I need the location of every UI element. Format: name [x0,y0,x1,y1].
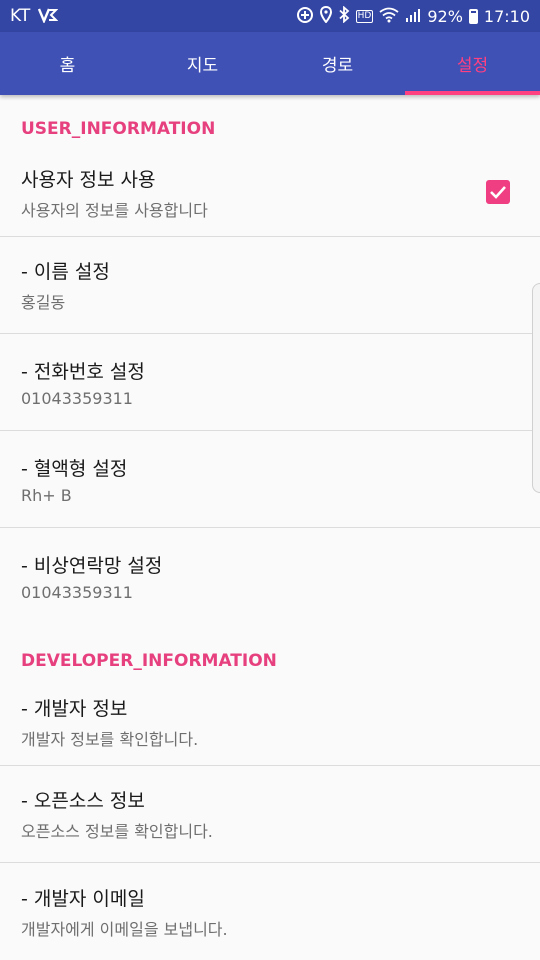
settings-list[interactable]: USER_INFORMATION 사용자 정보 사용 사용자의 정보를 사용합니… [0,95,540,960]
bluetooth-icon [338,5,350,26]
tab-route[interactable]: 경로 [270,32,405,95]
pref-opensource-info[interactable]: - 오픈소스 정보 오픈소스 정보를 확인합니다. [0,766,540,863]
tab-map[interactable]: 지도 [135,32,270,95]
use-user-info-checkbox[interactable] [486,180,510,204]
pref-title: - 개발자 이메일 [21,887,145,910]
pref-summary: Rh+ B [21,485,72,505]
clock: 17:10 [483,6,530,26]
v3-app-icon [38,7,59,26]
pref-name[interactable]: - 이름 설정 홍길동 [0,237,540,334]
wifi-icon [379,7,399,26]
pref-developer-email[interactable]: - 개발자 이메일 개발자에게 이메일을 보냅니다. [0,863,540,960]
battery-icon [468,8,478,24]
carrier-label: KT [10,6,31,26]
category-developer-information: DEVELOPER_INFORMATION [21,651,277,671]
status-bar: KT HD 92% 17:10 [0,0,540,32]
pref-title: - 비상연락망 설정 [21,555,163,577]
pref-title: - 혈액형 설정 [21,457,128,480]
pref-title: - 전화번호 설정 [21,360,145,383]
hd-icon: HD [355,9,374,23]
tab-home[interactable]: 홈 [0,32,135,95]
pref-phone[interactable]: - 전화번호 설정 01043359311 [0,334,540,431]
pref-summary: 개발자 정보를 확인합니다. [21,730,199,749]
signal-icon [405,7,421,26]
tab-settings[interactable]: 설정 [405,32,540,95]
category-user-information: USER_INFORMATION [21,119,216,139]
pref-summary: 01043359311 [21,583,133,602]
pref-title: - 이름 설정 [21,261,110,283]
pref-developer-info[interactable]: - 개발자 정보 개발자 정보를 확인합니다. [0,688,540,766]
pref-title: - 개발자 정보 [21,698,128,720]
pref-summary: 개발자에게 이메일을 보냅니다. [21,919,228,939]
edge-panel-handle[interactable] [532,283,540,493]
pref-summary: 오픈소스 정보를 확인합니다. [21,822,213,841]
pref-title: - 오픈소스 정보 [21,790,145,812]
pref-summary: 사용자의 정보를 사용합니다 [21,201,208,220]
checkmark-icon [490,186,506,199]
pref-title: 사용자 정보 사용 [21,169,156,191]
pref-summary: 01043359311 [21,388,133,408]
pref-blood-type[interactable]: - 혈액형 설정 Rh+ B [0,431,540,528]
tab-bar: 홈 지도 경로 설정 [0,32,540,95]
battery-percent: 92% [427,6,463,26]
location-icon [319,5,332,26]
data-saver-icon [296,6,314,27]
pref-emergency-contact[interactable]: - 비상연락망 설정 01043359311 [0,528,540,625]
pref-summary: 홍길동 [21,293,66,312]
pref-use-user-info[interactable]: 사용자 정보 사용 사용자의 정보를 사용합니다 [0,161,540,237]
